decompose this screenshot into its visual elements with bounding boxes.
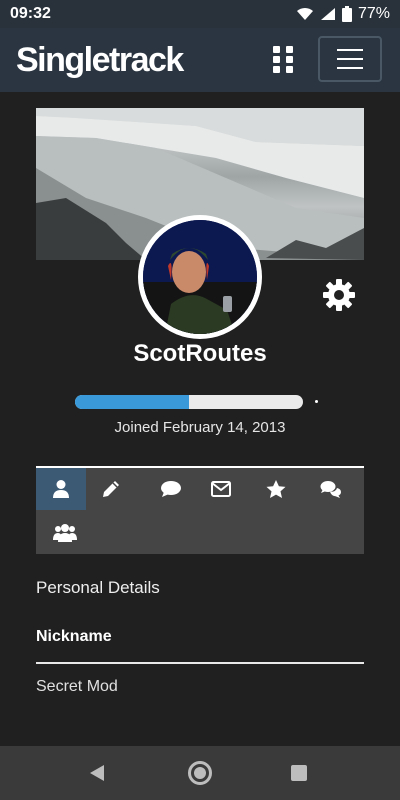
status-bar: 09:32 77% bbox=[0, 0, 400, 28]
wifi-icon bbox=[296, 7, 313, 20]
nickname-label: Nickname bbox=[36, 628, 112, 645]
user-icon bbox=[53, 480, 69, 498]
tab-discussions[interactable] bbox=[306, 468, 356, 510]
tab-posts[interactable] bbox=[86, 468, 136, 510]
site-header: Singletrack bbox=[0, 28, 400, 92]
site-logo[interactable]: Singletrack bbox=[16, 41, 184, 80]
envelope-icon bbox=[211, 481, 231, 497]
profile-avatar[interactable] bbox=[138, 215, 262, 339]
progress-dot bbox=[315, 400, 318, 403]
hamburger-menu-button[interactable] bbox=[318, 36, 382, 82]
tab-profile[interactable] bbox=[36, 468, 86, 510]
tab-messages[interactable] bbox=[196, 468, 246, 510]
apps-grid-icon[interactable] bbox=[273, 46, 297, 74]
profile-username: ScotRoutes bbox=[133, 340, 267, 367]
status-icons: 77% bbox=[296, 5, 390, 23]
comments-icon bbox=[320, 481, 341, 498]
android-nav-bar bbox=[0, 746, 400, 800]
personal-details-heading: Personal Details bbox=[36, 578, 160, 597]
star-icon bbox=[266, 479, 286, 498]
status-time: 09:32 bbox=[10, 5, 51, 22]
settings-gear-icon[interactable] bbox=[322, 278, 356, 312]
users-icon bbox=[53, 524, 77, 542]
battery-icon bbox=[341, 6, 352, 22]
tab-groups[interactable] bbox=[40, 512, 90, 554]
battery-percent: 77% bbox=[357, 5, 390, 22]
tab-favorites[interactable] bbox=[251, 468, 301, 510]
pencil-icon bbox=[103, 481, 119, 497]
joined-date: Joined February 14, 2013 bbox=[114, 419, 286, 436]
recent-apps-icon[interactable] bbox=[291, 765, 307, 781]
back-icon[interactable] bbox=[90, 765, 104, 781]
home-icon[interactable] bbox=[188, 761, 212, 785]
progress-fill bbox=[75, 395, 189, 409]
comment-icon bbox=[161, 481, 181, 497]
divider bbox=[36, 662, 364, 664]
nickname-value: Secret Mod bbox=[36, 678, 118, 695]
profile-tabs bbox=[36, 466, 364, 554]
profile-progress-bar bbox=[75, 395, 303, 409]
signal-icon bbox=[320, 8, 335, 20]
tab-comments[interactable] bbox=[146, 468, 196, 510]
